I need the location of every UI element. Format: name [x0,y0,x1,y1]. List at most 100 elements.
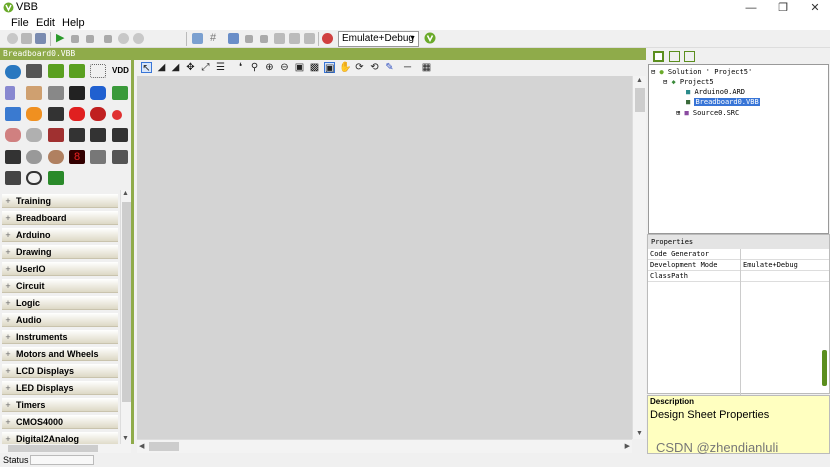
collapse-icon[interactable]: ⊟ [651,68,655,76]
category-logic[interactable]: + Logic [2,296,118,310]
category-timers[interactable]: + Timers [2,398,118,412]
wire-tool-icon[interactable]: ─ [402,62,413,73]
tree-item-arduino[interactable]: ■ Arduino0.ARD [686,88,745,97]
stop-sim-icon[interactable] [245,35,253,43]
category-lcd-displays[interactable]: + LCD Displays [2,364,118,378]
monitor-icon[interactable] [304,33,315,44]
category-led-displays[interactable]: + LED Displays [2,381,118,395]
menu-edit[interactable]: Edit [36,17,55,29]
step-icon[interactable] [118,33,129,44]
save-icon[interactable] [35,33,46,44]
led-blue-part-icon[interactable] [5,107,21,121]
board-part-icon[interactable] [48,171,64,185]
break-icon[interactable] [104,35,112,43]
rotate2-tool-icon[interactable]: ⟲ [369,62,380,73]
wheels-part-icon[interactable] [26,171,42,185]
category-digital2analog[interactable]: + Digital2Analog [2,432,118,444]
expand-icon[interactable]: ⊞ [676,109,680,117]
category-hscrollbar[interactable] [0,444,131,453]
module2-part-icon[interactable] [112,128,128,142]
reset-icon[interactable] [260,35,268,43]
category-instruments[interactable]: + Instruments [2,330,118,344]
sensor-part-icon[interactable] [69,128,85,142]
sheet-icon[interactable] [192,33,203,44]
robot-part-icon[interactable] [26,64,42,78]
canvas-scroll-left-icon[interactable]: ◀ [139,442,144,450]
zoom-out-icon[interactable]: ⊖ [279,62,290,73]
scroll-up-arrow-icon[interactable]: ▲ [122,190,129,197]
tree-item-source[interactable]: ⊞ ■ Source0.SRC [676,109,739,118]
resistor-part-icon[interactable] [26,86,42,100]
category-breadboard[interactable]: + Breadboard [2,211,118,225]
run-ok-icon[interactable] [424,32,436,44]
tree-solution-node[interactable]: ⊟ ● Solution ' Project5' [651,68,752,77]
frame-tool-icon[interactable]: ▣ [324,62,335,74]
category-circuit[interactable]: + Circuit [2,279,118,293]
pan-tool-icon[interactable]: ✋ [339,62,351,73]
fit-tool-icon[interactable]: ▦ [421,62,432,73]
grid-part-icon[interactable] [90,64,106,78]
property-row[interactable]: Development Mode Emulate+Debug [648,260,829,271]
grid-icon[interactable]: # [210,33,221,44]
servo-part-icon[interactable] [90,150,106,164]
spacing-tool-icon[interactable]: ☰ [215,62,226,73]
close-button[interactable]: ✕ [800,0,830,16]
category-motors-and-wheels[interactable]: + Motors and Wheels [2,347,118,361]
pen-tool-icon[interactable]: ✎ [384,62,395,73]
menu-file[interactable]: File [11,17,29,29]
mode-select[interactable]: Emulate+Debug ▼ [338,31,419,47]
tree-item-breadboard[interactable]: ■ Breadboard0.VBB [686,98,760,107]
rotate-tool-icon[interactable]: ⟳ [354,62,365,73]
probe-part-icon[interactable] [112,86,128,100]
move-tool-icon[interactable]: ✥ [185,62,196,73]
property-row[interactable]: Code Generator [648,249,829,260]
vdd-part-icon[interactable]: VDD [112,64,129,78]
cap-part-icon[interactable] [90,86,106,100]
anchor-tool-icon[interactable]: ❛ [235,62,246,73]
buzzer-part-icon[interactable] [90,107,106,121]
scope-icon[interactable] [289,33,300,44]
display-part-icon[interactable] [5,171,21,185]
ic2-part-icon[interactable] [69,64,85,78]
ic-part-icon[interactable] [48,64,64,78]
battery-part-icon[interactable] [48,107,64,121]
view-list-icon[interactable] [684,51,695,62]
category-drawing[interactable]: + Drawing [2,245,118,259]
zoom-in-icon[interactable]: ⊕ [264,62,275,73]
vbb-part-icon[interactable] [5,65,21,79]
maximize-button[interactable]: ❐ [768,0,798,16]
canvas-hscrollbar[interactable]: ◀ ▶ [137,439,632,453]
bulb-part-icon[interactable] [26,128,42,142]
emulate-icon[interactable] [322,33,333,44]
chart-tool-icon[interactable]: ▩ [309,62,320,73]
minimize-button[interactable]: — [736,0,766,16]
chip-part-icon[interactable] [69,86,85,100]
ramp-tool-icon[interactable]: ◢ [156,62,167,73]
line-tool-icon[interactable]: ⤢ [200,62,211,73]
align-icon[interactable] [228,33,239,44]
canvas-vscrollbar[interactable]: ▲ ▼ [632,76,646,439]
property-row[interactable]: ClassPath [648,271,829,282]
view-split-icon[interactable] [669,51,680,62]
category-userio[interactable]: + UserIO [2,262,118,276]
module-part-icon[interactable] [90,128,106,142]
ground-part-icon[interactable] [5,86,15,100]
category-scrollbar[interactable]: ▲ ▼ [120,190,131,444]
switch-part-icon[interactable] [48,86,64,100]
tree-project-node[interactable]: ⊟ ◆ Project5 [663,78,714,87]
regulator-part-icon[interactable] [112,150,128,164]
category-audio[interactable]: + Audio [2,313,118,327]
properties-scrollbar[interactable] [822,350,827,386]
canvas-scroll-right-icon[interactable]: ▶ [625,442,630,450]
button-part-icon[interactable] [112,110,122,120]
motor-part-icon[interactable] [26,150,42,164]
open-icon[interactable] [21,33,32,44]
new-icon[interactable] [7,33,18,44]
pause-icon[interactable] [86,35,94,43]
design-canvas[interactable] [137,76,632,439]
play-icon[interactable]: ▶ [56,33,67,44]
select-tool-icon[interactable]: ↖ [141,62,152,74]
canvas-scroll-up-icon[interactable]: ▲ [636,77,643,84]
led-orange-part-icon[interactable] [26,107,42,121]
zoom-fit-icon[interactable]: ▣ [294,62,305,73]
